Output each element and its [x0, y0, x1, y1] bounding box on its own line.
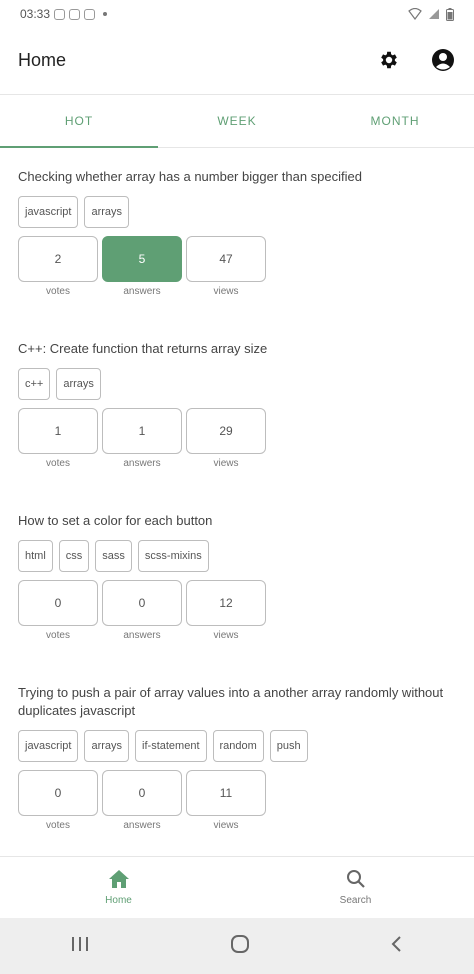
page-title: Home: [18, 49, 67, 70]
question-feed[interactable]: Checking whether array has a number bigg…: [0, 150, 474, 856]
status-time: 03:33: [20, 7, 51, 21]
views-label: views: [213, 286, 239, 297]
question-stats: 0 votes 0 answers 11 views: [18, 770, 456, 831]
views-label: views: [213, 630, 239, 641]
tab-hot[interactable]: HOT: [0, 95, 158, 148]
votes-count: 1: [18, 408, 98, 454]
views-count: 12: [186, 580, 266, 626]
tag[interactable]: if-statement: [135, 730, 207, 762]
question-card[interactable]: C++: Create function that returns array …: [0, 322, 474, 494]
question-stats: 2 votes 5 answers 47 views: [18, 236, 456, 297]
tag[interactable]: arrays: [84, 730, 130, 762]
question-title[interactable]: How to set a color for each button: [18, 512, 456, 530]
tag-list: javascript arrays if-statement random pu…: [18, 730, 456, 762]
answers-count: 0: [102, 580, 182, 626]
notification-icon: [54, 8, 66, 20]
tag[interactable]: random: [212, 730, 264, 762]
tag[interactable]: sass: [95, 540, 132, 572]
recent-apps-icon: [72, 936, 88, 951]
gear-icon: [381, 51, 397, 69]
nav-search-label: Search: [339, 895, 372, 906]
views-count: 29: [186, 408, 266, 454]
answers-label: answers: [123, 286, 161, 297]
answers-count: 0: [102, 770, 182, 816]
tag-list: html css sass scss-mixins: [18, 540, 456, 572]
app-bar: Home: [0, 28, 474, 92]
account-button[interactable]: [430, 47, 456, 73]
tag-list: javascript arrays: [18, 196, 456, 228]
notification-icon: [69, 8, 81, 20]
home-circle-icon: [231, 934, 249, 953]
views-label: views: [213, 458, 239, 469]
question-title[interactable]: C++: Create function that returns array …: [18, 340, 456, 358]
votes-label: votes: [46, 458, 70, 469]
tab-bar: HOT WEEK MONTH: [0, 94, 474, 148]
tag[interactable]: css: [58, 540, 90, 572]
question-card[interactable]: How to set a color for each button html …: [0, 494, 474, 666]
answers-count: 1: [102, 408, 182, 454]
views-label: views: [213, 820, 239, 831]
account-circle-icon: [432, 49, 454, 71]
back-chevron-icon: [391, 935, 401, 952]
bottom-navigation: Home Search: [0, 856, 474, 918]
votes-count: 0: [18, 580, 98, 626]
question-card[interactable]: Checking whether array has a number bigg…: [0, 150, 474, 322]
tag-list: c++ arrays: [18, 368, 456, 400]
tag[interactable]: html: [18, 540, 53, 572]
recent-apps-button[interactable]: [69, 935, 91, 958]
answers-label: answers: [123, 458, 161, 469]
question-card[interactable]: Trying to push a pair of array values in…: [0, 666, 474, 856]
votes-label: votes: [46, 630, 70, 641]
tag[interactable]: arrays: [84, 196, 130, 228]
answers-count: 5: [102, 236, 182, 282]
nav-home[interactable]: Home: [0, 857, 237, 918]
nav-search[interactable]: Search: [237, 857, 474, 918]
answers-label: answers: [123, 820, 161, 831]
settings-button[interactable]: [376, 47, 402, 73]
status-bar: 03:33: [0, 0, 474, 28]
views-count: 11: [186, 770, 266, 816]
views-count: 47: [186, 236, 266, 282]
tag[interactable]: c++: [18, 368, 51, 400]
tag[interactable]: javascript: [18, 730, 79, 762]
answers-label: answers: [123, 630, 161, 641]
more-notifications-icon: [103, 12, 108, 16]
question-stats: 1 votes 1 answers 29 views: [18, 408, 456, 469]
back-button[interactable]: [389, 934, 405, 959]
tag[interactable]: arrays: [56, 368, 101, 400]
battery-icon: [446, 7, 454, 21]
tag[interactable]: javascript: [18, 196, 79, 228]
question-title[interactable]: Trying to push a pair of array values in…: [18, 684, 456, 720]
home-icon: [108, 870, 129, 888]
question-title[interactable]: Checking whether array has a number bigg…: [18, 168, 456, 186]
home-system-button[interactable]: [229, 933, 251, 960]
votes-count: 0: [18, 770, 98, 816]
search-icon: [346, 870, 365, 888]
tab-month[interactable]: MONTH: [316, 95, 474, 147]
votes-label: votes: [46, 286, 70, 297]
votes-count: 2: [18, 236, 98, 282]
tab-week[interactable]: WEEK: [158, 95, 316, 147]
notification-icon: [84, 8, 96, 20]
tag[interactable]: scss-mixins: [137, 540, 209, 572]
question-stats: 0 votes 0 answers 12 views: [18, 580, 456, 641]
tag[interactable]: push: [269, 730, 308, 762]
wifi-icon: [408, 8, 422, 20]
nav-home-label: Home: [105, 895, 132, 906]
system-navigation-bar: [0, 918, 474, 974]
signal-icon: [429, 9, 439, 19]
votes-label: votes: [46, 820, 70, 831]
